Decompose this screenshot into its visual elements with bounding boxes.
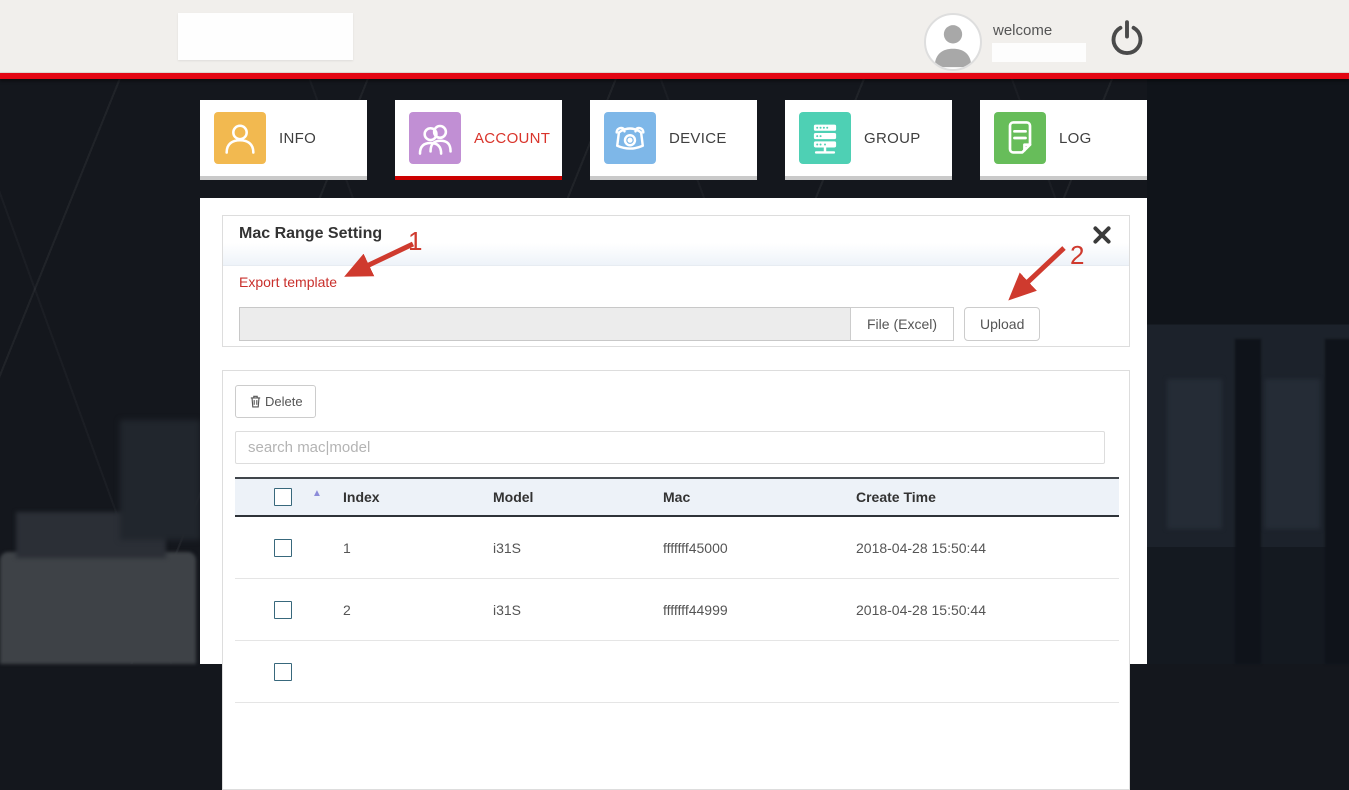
table-header-row: ▲ Index Model Mac Create Time bbox=[235, 477, 1119, 517]
table-row: 1 i31S fffffff45000 2018-04-28 15:50:44 bbox=[235, 517, 1119, 579]
annotation-arrow-1 bbox=[344, 241, 415, 277]
mac-table: ▲ Index Model Mac Create Time 1 i31S fff… bbox=[235, 477, 1119, 703]
sort-ascending-icon[interactable]: ▲ bbox=[312, 488, 322, 499]
background-photo-right bbox=[1147, 79, 1349, 664]
main-navigation: INFO ACCOUNT DEVICE GROUP LOG bbox=[200, 100, 1147, 180]
select-all-checkbox[interactable] bbox=[274, 488, 292, 506]
person-silhouette-icon bbox=[934, 25, 972, 68]
delete-button[interactable]: Delete bbox=[235, 385, 316, 418]
column-header-model: Model bbox=[493, 489, 534, 505]
row-checkbox[interactable] bbox=[274, 662, 292, 681]
cell-create-time: 2018-04-28 15:50:44 bbox=[856, 539, 986, 556]
cell-create-time: 2018-04-28 15:50:44 bbox=[856, 601, 986, 618]
tab-group[interactable]: GROUP bbox=[785, 100, 952, 180]
red-accent-bar bbox=[0, 73, 1349, 79]
servers-icon bbox=[799, 112, 851, 164]
cell-index: 2 bbox=[343, 601, 351, 618]
file-excel-button[interactable]: File (Excel) bbox=[850, 307, 955, 341]
tab-log-label: LOG bbox=[1059, 129, 1092, 147]
cell-index: 1 bbox=[343, 539, 351, 556]
file-upload-row: File (Excel) Upload bbox=[239, 307, 1113, 341]
phone-icon bbox=[604, 112, 656, 164]
tab-account-label: ACCOUNT bbox=[474, 129, 551, 147]
tab-group-label: GROUP bbox=[864, 129, 921, 147]
tab-account[interactable]: ACCOUNT bbox=[395, 100, 562, 180]
tab-device-label: DEVICE bbox=[669, 129, 727, 147]
row-checkbox[interactable] bbox=[274, 600, 292, 619]
background-photo-left bbox=[120, 420, 200, 540]
tab-info[interactable]: INFO bbox=[200, 100, 367, 180]
search-input[interactable] bbox=[235, 431, 1105, 464]
close-icon bbox=[1093, 226, 1111, 244]
cell-model: i31S bbox=[493, 601, 522, 618]
people-icon bbox=[409, 112, 461, 164]
welcome-text: welcome bbox=[993, 22, 1053, 39]
table-row-partial bbox=[235, 641, 1119, 703]
trash-icon bbox=[250, 395, 261, 408]
column-header-create-time: Create Time bbox=[856, 489, 936, 505]
column-header-index: Index bbox=[343, 489, 380, 505]
logo-placeholder bbox=[178, 13, 353, 60]
annotation-arrow-2 bbox=[1008, 246, 1066, 301]
upload-button[interactable]: Upload bbox=[964, 307, 1041, 341]
delete-button-label: Delete bbox=[265, 394, 303, 409]
logout-power-button[interactable] bbox=[1108, 20, 1146, 58]
row-checkbox[interactable] bbox=[274, 538, 292, 557]
tab-device[interactable]: DEVICE bbox=[590, 100, 757, 180]
document-icon bbox=[994, 112, 1046, 164]
cell-mac: fffffff44999 bbox=[663, 601, 728, 618]
power-icon bbox=[1111, 20, 1143, 56]
tab-info-label: INFO bbox=[279, 129, 317, 147]
cell-model: i31S bbox=[493, 539, 522, 556]
username-redacted bbox=[992, 43, 1086, 62]
mac-records-panel: Delete ▲ Index Model Mac Create Time 1 i… bbox=[222, 370, 1130, 790]
tab-log[interactable]: LOG bbox=[980, 100, 1147, 180]
person-icon bbox=[214, 112, 266, 164]
close-panel-button[interactable] bbox=[1091, 224, 1113, 246]
export-template-link[interactable]: Export template bbox=[239, 274, 337, 290]
background-photo-left bbox=[0, 552, 196, 664]
avatar bbox=[924, 13, 982, 71]
file-path-field[interactable] bbox=[239, 307, 851, 341]
table-row: 2 i31S fffffff44999 2018-04-28 15:50:44 bbox=[235, 579, 1119, 641]
column-header-mac: Mac bbox=[663, 489, 691, 505]
top-header: welcome bbox=[0, 0, 1349, 73]
cell-mac: fffffff45000 bbox=[663, 539, 728, 556]
